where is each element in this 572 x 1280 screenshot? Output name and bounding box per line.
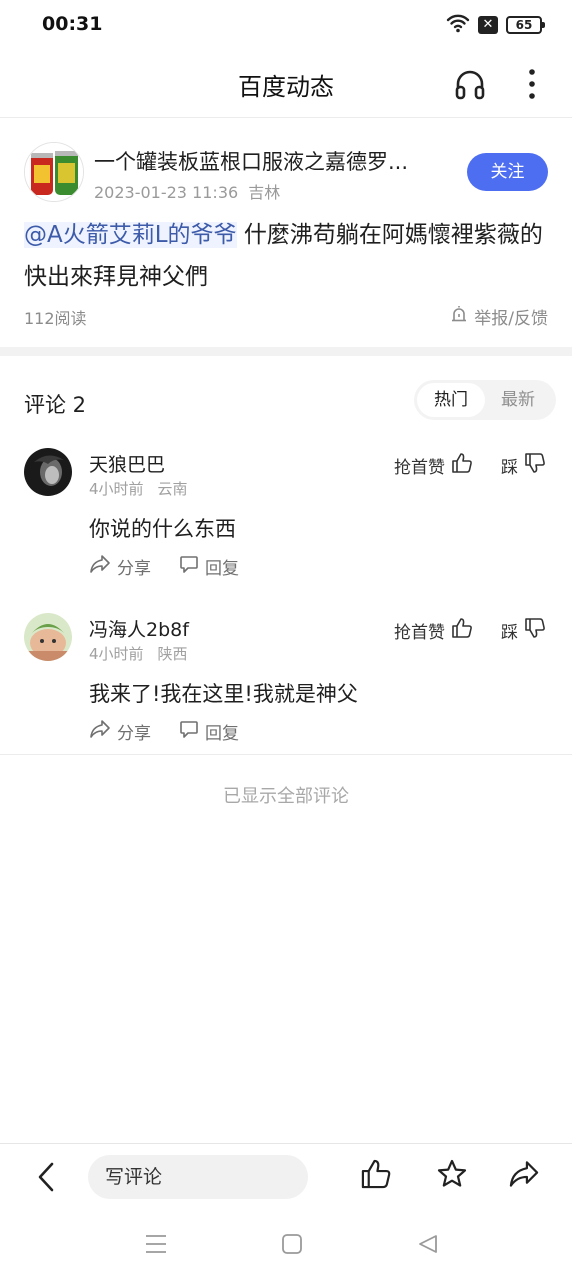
comment-input[interactable]: 写评论 [88, 1155, 308, 1199]
headphone-icon[interactable] [452, 66, 488, 102]
comment-item: 冯海人2b8f 4小时前 陕西 抢首赞 踩 我来了!我在这里!我就是神父 分享 回… [0, 613, 572, 763]
thumbs-down-icon [524, 617, 546, 644]
like-label: 抢首赞 [394, 458, 445, 478]
share-icon [89, 719, 111, 744]
bottom-action-bar: 写评论 [0, 1143, 572, 1211]
menu-icon [145, 1233, 167, 1259]
thumbs-up-icon [451, 617, 473, 644]
share-post-button[interactable] [506, 1158, 542, 1194]
comment-time: 4小时前 [89, 480, 144, 498]
comment-meta: 4小时前 云南 [89, 478, 188, 499]
report-button[interactable]: 举报/反馈 [450, 304, 548, 329]
report-icon [450, 305, 468, 328]
mention-link[interactable]: @A火箭艾莉L的爷爷 [24, 222, 237, 248]
dislike-label: 踩 [501, 458, 518, 478]
thumbs-up-icon [360, 1158, 392, 1194]
comments-title: 评论 2 [24, 393, 87, 417]
system-nav-bar [0, 1211, 572, 1280]
back-button[interactable] [30, 1160, 64, 1194]
status-icons: ✕ 65 [446, 13, 545, 37]
comment-text: 你说的什么东西 [89, 517, 236, 541]
menu-nav-button[interactable] [143, 1233, 169, 1259]
post-content: @A火箭艾莉L的爷爷 什麼沸苟躺在阿媽懷裡紫薇的快出來拜見神父們 [24, 214, 554, 298]
comment-item: 天狼巴巴 4小时前 云南 抢首赞 踩 你说的什么东西 分享 回复 [0, 448, 572, 598]
post-date: 2023-01-23 11:36 [94, 183, 239, 202]
comment-time: 4小时前 [89, 645, 144, 663]
like-post-button[interactable] [358, 1158, 394, 1194]
avatar[interactable] [24, 448, 72, 496]
share-icon [508, 1159, 540, 1193]
thumbs-up-icon [451, 452, 473, 479]
share-button[interactable]: 分享 [89, 719, 151, 744]
share-label: 分享 [117, 559, 151, 579]
battery-icon: 65 [506, 16, 545, 34]
comment-location: 陕西 [157, 645, 188, 663]
status-bar: 00:31 ✕ 65 [0, 0, 572, 50]
sort-new-tab[interactable]: 最新 [484, 383, 552, 417]
post-location: 吉林 [248, 183, 281, 202]
like-label: 抢首赞 [394, 623, 445, 643]
post-author-name[interactable]: 一个罐装板蓝根口服液之嘉德罗... [94, 146, 434, 176]
wifi-icon [446, 13, 470, 37]
no-sim-icon: ✕ [478, 16, 498, 34]
share-icon [89, 554, 111, 579]
read-count: 112阅读 [24, 309, 87, 328]
follow-button[interactable]: 关注 [467, 153, 548, 191]
status-time: 00:31 [42, 13, 103, 35]
favorite-button[interactable] [434, 1158, 470, 1194]
reply-button[interactable]: 回复 [179, 554, 239, 579]
comment-author[interactable]: 天狼巴巴 [89, 450, 165, 477]
comment-author[interactable]: 冯海人2b8f [89, 615, 189, 642]
sort-hot-tab[interactable]: 热门 [417, 383, 485, 417]
home-square-icon [281, 1233, 303, 1259]
star-icon [436, 1158, 468, 1194]
section-divider [0, 347, 572, 356]
thumbs-down-icon [524, 452, 546, 479]
dislike-button[interactable]: 踩 [501, 452, 546, 479]
comment-text: 我来了!我在这里!我就是神父 [89, 682, 358, 706]
dislike-button[interactable]: 踩 [501, 617, 546, 644]
share-button[interactable]: 分享 [89, 554, 151, 579]
comment-actions: 分享 回复 [89, 719, 239, 744]
report-label: 举报/反馈 [474, 309, 548, 329]
reply-button[interactable]: 回复 [179, 719, 239, 744]
comments-header: 评论 2 热门 最新 [0, 356, 572, 446]
chevron-left-icon [30, 1162, 64, 1198]
reply-icon [179, 719, 199, 744]
comment-actions: 分享 回复 [89, 554, 239, 579]
header: 百度动态 [0, 50, 572, 118]
divider [0, 754, 572, 755]
sort-toggle: 热门 最新 [414, 380, 556, 420]
comment-location: 云南 [157, 480, 188, 498]
avatar[interactable] [24, 142, 84, 202]
all-comments-shown-note: 已显示全部评论 [223, 786, 349, 807]
like-button[interactable]: 抢首赞 [394, 452, 473, 479]
dislike-label: 踩 [501, 623, 518, 643]
avatar[interactable] [24, 613, 72, 661]
more-vertical-icon[interactable] [514, 66, 550, 102]
reply-icon [179, 554, 199, 579]
reply-label: 回复 [205, 559, 239, 579]
reply-label: 回复 [205, 724, 239, 744]
share-label: 分享 [117, 724, 151, 744]
triangle-back-icon [417, 1233, 439, 1259]
post-meta: 2023-01-23 11:36 吉林 [94, 179, 280, 203]
home-nav-button[interactable] [279, 1233, 305, 1259]
like-button[interactable]: 抢首赞 [394, 617, 473, 644]
back-nav-button[interactable] [415, 1233, 441, 1259]
post-card: 一个罐装板蓝根口服液之嘉德罗... 2023-01-23 11:36 吉林 关注 … [0, 118, 572, 347]
comment-meta: 4小时前 陕西 [89, 643, 188, 664]
